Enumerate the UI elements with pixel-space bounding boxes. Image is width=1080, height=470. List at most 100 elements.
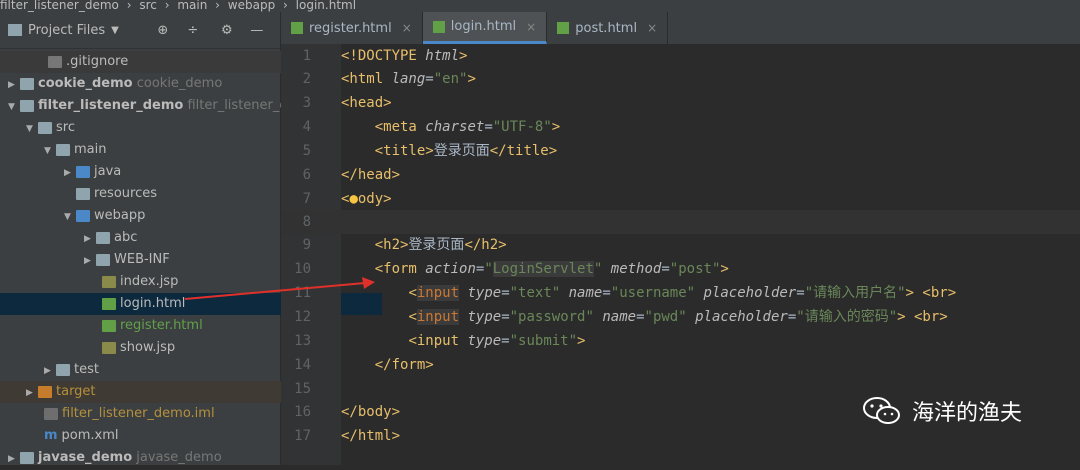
tree-item-label: abc [114, 230, 138, 245]
code-line[interactable]: 2 <html lang="en"> [281, 67, 1080, 91]
close-icon[interactable]: × [526, 20, 536, 34]
chevron-right-icon[interactable]: ▶ [8, 448, 20, 470]
annotation-arrow [184, 277, 375, 300]
chevron-right-icon[interactable]: ▶ [44, 360, 56, 382]
tree-item[interactable]: ▶ target [0, 381, 306, 403]
breadcrumb-item[interactable]: src [139, 0, 157, 12]
tree-item[interactable]: ▶ test [0, 359, 324, 381]
tree-item[interactable]: m pom.xml [0, 425, 324, 447]
code-line[interactable]: 6 </head> [281, 163, 1080, 187]
breadcrumb-item[interactable]: login.html [296, 0, 356, 12]
code-token: = [501, 285, 510, 301]
breadcrumb-item[interactable]: main [177, 0, 207, 12]
lightbulb-icon[interactable]: ● [349, 191, 357, 207]
collapse-icon[interactable]: ÷ [185, 22, 201, 38]
tree-item[interactable]: filter_listener_demo.iml [0, 403, 324, 425]
breadcrumb-item[interactable]: webapp [228, 0, 275, 12]
code-token: lang [391, 71, 426, 87]
close-icon[interactable]: × [402, 21, 412, 35]
breadcrumb: filter_listener_demo › src › main › weba… [0, 0, 1080, 12]
code-token: > [577, 333, 586, 349]
tree-item[interactable]: ▼ filter_listener_demo filter_listener_de… [0, 95, 308, 118]
locate-icon[interactable]: ⊕ [155, 22, 171, 38]
line-number: 16 [294, 404, 311, 420]
tree-item[interactable]: ▼ main [0, 139, 324, 161]
code-token: <br> [913, 309, 948, 325]
code-token: type [467, 333, 502, 349]
html-file-icon [102, 297, 116, 310]
breadcrumb-item[interactable]: filter_listener_demo [0, 0, 119, 12]
tree-item[interactable]: .gitignore [0, 51, 328, 73]
code-token: "submit" [509, 333, 578, 349]
watermark: 海洋的渔夫 [862, 395, 1022, 427]
line-number: 14 [294, 357, 311, 373]
code-line[interactable]: 13 <input type="submit"> [281, 329, 1080, 353]
code-token: "post" [669, 261, 721, 277]
code-line[interactable]: 12 <input type="password" name="pwd" pla… [281, 305, 1080, 329]
project-view-selector[interactable]: Project Files [28, 23, 105, 38]
code-token: = [636, 309, 645, 325]
tab-label: register.html [309, 20, 392, 36]
code-line[interactable]: 14 </form> [281, 353, 1080, 377]
code-token: <form [374, 261, 426, 277]
close-icon[interactable]: × [647, 21, 657, 35]
code-line[interactable]: 10 <form action="LoginServlet" method="p… [281, 257, 1080, 281]
gear-icon[interactable]: ⚙ [219, 22, 235, 38]
folder-icon [38, 121, 52, 134]
chevron-down-icon[interactable]: ▼ [44, 140, 56, 162]
tab-login[interactable]: login.html × [422, 12, 548, 44]
tree-item[interactable]: ▶ cookie_demo cookie_demo [0, 73, 288, 95]
tab-post[interactable]: post.html × [547, 12, 669, 44]
breadcrumb-separator: › [126, 0, 132, 12]
code-token: > [897, 309, 914, 325]
code-line[interactable]: 3 <head> [281, 91, 1080, 115]
code-token: <meta [374, 119, 426, 135]
line-number: 9 [302, 237, 311, 253]
tab-label: login.html [450, 19, 517, 34]
tree-item[interactable]: ▶ javase_demo javase_demo [0, 447, 288, 469]
code-token: type [459, 309, 502, 325]
tree-item[interactable]: ▼ src [0, 117, 306, 139]
line-number: 1 [302, 48, 311, 64]
chevron-right-icon[interactable]: ▶ [84, 228, 96, 250]
tab-label: post.html [575, 20, 638, 36]
code-line[interactable]: 17 </html> [281, 424, 1080, 448]
code-token: = [787, 309, 797, 325]
code-token: = [425, 71, 434, 87]
html-file-icon [102, 319, 116, 332]
code-line[interactable]: 9 <h2>登录页面</h2> [281, 233, 1080, 257]
project-panel: Project Files ▼ ⊕ ÷ ⚙ — .gitignore ▶ cook… [0, 12, 382, 465]
code-token: html [425, 48, 460, 64]
tree-item-label: filter_listener_demo.iml [62, 406, 215, 421]
code-token: " [484, 261, 493, 277]
chevron-down-icon[interactable]: ▼ [64, 206, 76, 228]
code-line[interactable]: 11 <input type="text" name="username" pl… [281, 281, 1080, 305]
code-token: <head> [341, 95, 392, 111]
code-line[interactable]: 5 <title>登录页面</title> [281, 139, 1080, 163]
jsp-file-icon [102, 341, 116, 354]
line-number: 5 [302, 143, 311, 159]
chevron-down-icon[interactable]: ▼ [8, 96, 20, 118]
chevron-right-icon[interactable]: ▶ [64, 162, 76, 184]
tree-item-label: javase_demo [38, 450, 133, 465]
chevron-right-icon[interactable]: ▶ [26, 382, 38, 404]
code-token: <html [341, 71, 392, 87]
line-number: 6 [302, 167, 311, 183]
breadcrumb-separator: › [164, 0, 170, 12]
code-line-current[interactable]: 8 [281, 210, 1080, 234]
code-line[interactable]: 4 <meta charset="UTF-8"> [281, 115, 1080, 139]
code-token: = [484, 119, 493, 135]
chevron-down-icon[interactable]: ▼ [26, 118, 38, 140]
minimize-icon[interactable]: — [249, 22, 265, 38]
tab-register[interactable]: register.html × [281, 12, 423, 44]
chevron-right-icon[interactable]: ▶ [84, 250, 96, 272]
chevron-right-icon[interactable]: ▶ [8, 74, 20, 96]
chevron-down-icon[interactable]: ▼ [111, 25, 119, 36]
code-token: </html> [341, 428, 401, 444]
line-number: 7 [302, 191, 311, 207]
code-line[interactable]: 7 <●ody> [281, 187, 1080, 211]
code-token: method [602, 261, 662, 277]
code-token: < [408, 285, 417, 301]
tree-item-label: filter_listener_demo [38, 98, 184, 113]
code-line[interactable]: 1 <!DOCTYPE html> [281, 44, 1080, 68]
